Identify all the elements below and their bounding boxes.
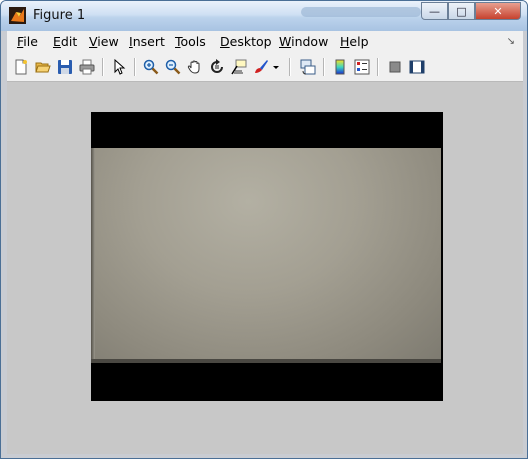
title-bar-glass [301, 7, 421, 17]
menu-file[interactable]: File [17, 34, 38, 49]
toolbar-separator [289, 58, 291, 76]
menu-edit[interactable]: Edit [53, 34, 77, 49]
data-cursor-icon[interactable] [230, 58, 248, 76]
pan-hand-icon[interactable] [186, 58, 204, 76]
rotate-3d-icon[interactable] [208, 58, 226, 76]
brush-icon[interactable] [252, 58, 270, 76]
figure-window: Figure 1 — □ ✕ File Edit View Insert Too… [0, 0, 528, 459]
menu-insert[interactable]: Insert [129, 34, 165, 49]
hide-plot-tools-icon[interactable] [386, 58, 404, 76]
image-axes[interactable] [91, 112, 443, 401]
insert-legend-icon[interactable] [353, 58, 371, 76]
figure-canvas[interactable] [7, 82, 523, 454]
maximize-icon: □ [456, 4, 467, 18]
edit-plot-arrow-icon[interactable] [110, 58, 128, 76]
dock-arrow-icon[interactable]: ↘ [507, 36, 515, 47]
camera-image [91, 148, 441, 363]
toolbar-separator [102, 58, 104, 76]
image-bottom-edge [91, 359, 441, 363]
zoom-out-icon[interactable] [164, 58, 182, 76]
menu-view[interactable]: View [89, 34, 119, 49]
figure-toolbar [7, 53, 523, 82]
menu-help[interactable]: Help [340, 34, 369, 49]
image-left-edge [91, 148, 95, 363]
title-bar[interactable]: Figure 1 — □ ✕ [1, 1, 527, 31]
save-icon[interactable] [56, 58, 74, 76]
link-plot-icon[interactable] [299, 58, 317, 76]
insert-colorbar-icon[interactable] [331, 58, 349, 76]
print-icon[interactable] [78, 58, 96, 76]
close-button[interactable]: ✕ [475, 2, 521, 20]
minimize-button[interactable]: — [421, 2, 448, 20]
menu-desktop[interactable]: Desktop [220, 34, 272, 49]
toolbar-separator [323, 58, 325, 76]
matlab-icon [9, 7, 26, 24]
minimize-icon: — [429, 4, 440, 18]
menu-window[interactable]: Window [279, 34, 328, 49]
menu-tools[interactable]: Tools [175, 34, 206, 49]
brush-dropdown-icon[interactable] [271, 58, 281, 76]
close-icon: ✕ [493, 4, 503, 18]
window-title: Figure 1 [33, 8, 86, 23]
show-plot-tools-icon[interactable] [408, 58, 426, 76]
toolbar-separator [134, 58, 136, 76]
new-figure-icon[interactable] [12, 58, 30, 76]
toolbar-separator [377, 58, 379, 76]
zoom-in-icon[interactable] [142, 58, 160, 76]
maximize-button[interactable]: □ [448, 2, 475, 20]
menu-bar: File Edit View Insert Tools Desktop Wind… [7, 31, 523, 53]
open-file-icon[interactable] [34, 58, 52, 76]
